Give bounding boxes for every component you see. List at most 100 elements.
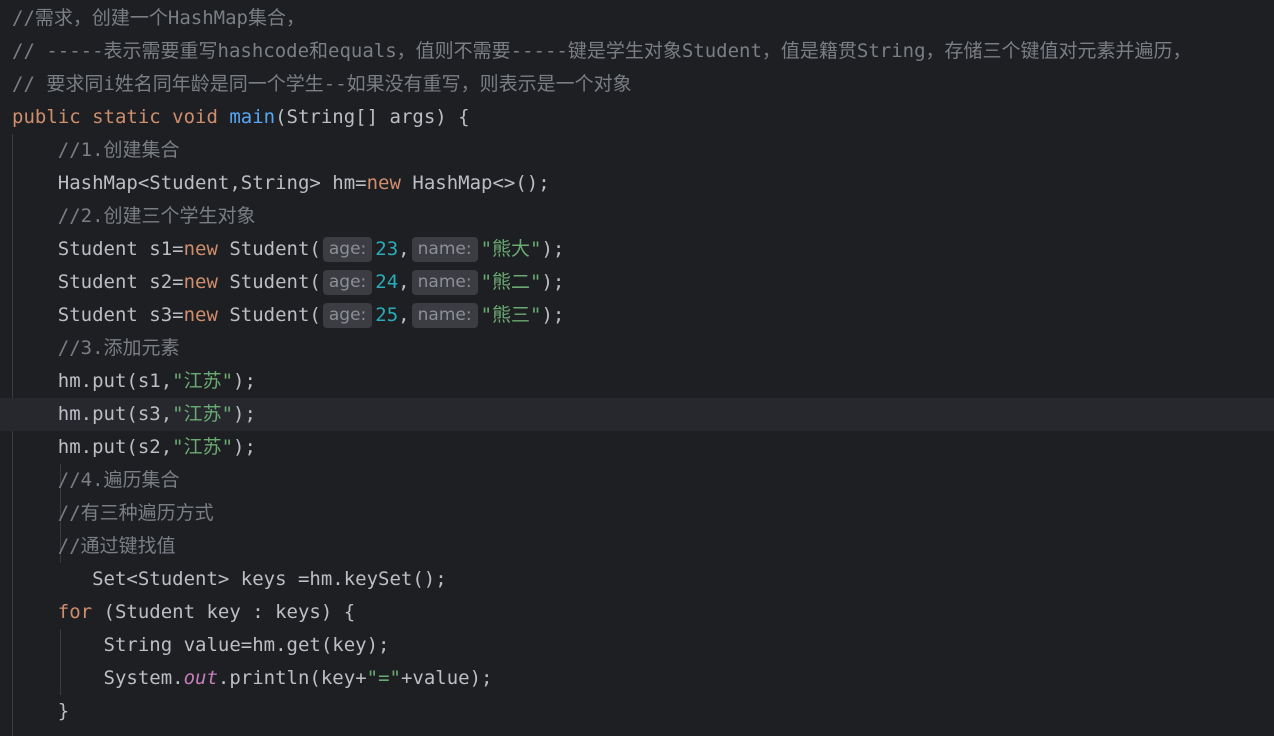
- comment-token: // 要求同i姓名同年龄是同一个学生--如果没有重写，则表示是一个对象: [12, 73, 632, 95]
- code-token: Student s2=: [12, 271, 184, 293]
- code-line-content: //2.创建三个学生对象: [0, 205, 256, 227]
- static-field-token: out: [183, 667, 218, 689]
- keyword-token: new: [183, 304, 218, 326]
- code-line-content: //3.添加元素: [0, 337, 180, 359]
- code-line[interactable]: //4.遍历集合: [0, 464, 1274, 497]
- code-line[interactable]: Student s3=new Student(age: 25, name: "熊三")…: [0, 299, 1274, 332]
- code-line-content: hm.put(s1,"江苏");: [0, 370, 256, 392]
- comment-token: //通过键找值: [57, 535, 176, 557]
- code-line-content: // -----表示需要重写hashcode和equals，值则不需要-----…: [0, 40, 1192, 62]
- code-line[interactable]: System.out.println(key+"="+value);: [0, 662, 1274, 695]
- code-token: ,: [398, 238, 410, 260]
- string-literal-token: "熊三": [480, 304, 542, 326]
- code-line-content: for (Student key : keys) {: [0, 601, 355, 623]
- code-line[interactable]: hm.put(s1,"江苏");: [0, 365, 1274, 398]
- keyword-token: public static void: [12, 106, 230, 128]
- number-literal-token: 23: [375, 238, 399, 260]
- parameter-hint: name:: [411, 237, 478, 262]
- keyword-token: new: [183, 271, 218, 293]
- code-line[interactable]: hm.put(s3,"江苏");: [0, 398, 1274, 431]
- code-token: (Student key : keys) {: [92, 601, 356, 623]
- code-line-content: Student s3=new Student(age: 25, name: "熊三")…: [0, 303, 565, 328]
- code-line[interactable]: public static void main(String[] args) {: [0, 101, 1274, 134]
- code-line-content: System.out.println(key+"="+value);: [0, 667, 493, 689]
- code-token: hm.put(s1,: [12, 370, 173, 392]
- comment-token: //2.创建三个学生对象: [57, 205, 256, 227]
- code-token: );: [541, 238, 565, 260]
- code-line[interactable]: //通过键找值: [0, 530, 1274, 563]
- code-line-content: hm.put(s2,"江苏");: [0, 436, 256, 458]
- code-line-content: Student s1=new Student(age: 23, name: "熊大")…: [0, 237, 565, 262]
- code-token: );: [233, 436, 256, 458]
- code-line-content: // 要求同i姓名同年龄是同一个学生--如果没有重写，则表示是一个对象: [0, 73, 632, 95]
- string-literal-token: "=": [366, 667, 401, 689]
- code-token: String value=hm.get(key);: [12, 634, 390, 656]
- code-token: Set<Student> keys =hm.keySet();: [12, 568, 447, 590]
- code-token: Student s3=: [12, 304, 184, 326]
- code-token: ,: [398, 304, 410, 326]
- comment-token: //有三种遍历方式: [57, 502, 214, 524]
- keyword-token: for: [57, 601, 93, 623]
- code-line[interactable]: Student s2=new Student(age: 24, name: "熊二")…: [0, 266, 1274, 299]
- keyword-token: new: [366, 172, 401, 194]
- code-line[interactable]: hm.put(s2,"江苏");: [0, 431, 1274, 464]
- code-line[interactable]: String value=hm.get(key);: [0, 629, 1274, 662]
- code-line-content: }: [0, 700, 69, 722]
- comment-token: //4.遍历集合: [57, 469, 180, 491]
- code-token: HashMap<>();: [400, 172, 550, 194]
- code-line-content: Set<Student> keys =hm.keySet();: [0, 568, 447, 590]
- comment-token: //需求，创建一个HashMap集合，: [12, 7, 305, 29]
- code-token: );: [233, 370, 256, 392]
- code-line[interactable]: Set<Student> keys =hm.keySet();: [0, 563, 1274, 596]
- code-token: hm.put(s2,: [12, 436, 173, 458]
- parameter-hint: age:: [322, 237, 373, 262]
- code-line[interactable]: //2.创建三个学生对象: [0, 200, 1274, 233]
- code-line-content: public static void main(String[] args) {: [0, 106, 470, 128]
- code-token: Student(: [217, 271, 321, 293]
- code-line-content: //1.创建集合: [0, 139, 180, 161]
- code-line-content: //需求，创建一个HashMap集合，: [0, 7, 305, 29]
- parameter-hint: name:: [411, 270, 478, 295]
- code-line[interactable]: }: [0, 695, 1274, 728]
- code-line[interactable]: HashMap<Student,String> hm=new HashMap<>…: [0, 167, 1274, 200]
- parameter-hint: age:: [322, 303, 373, 328]
- code-line[interactable]: //需求，创建一个HashMap集合，: [0, 2, 1274, 35]
- code-line-content: hm.put(s3,"江苏");: [0, 403, 256, 425]
- code-token: );: [541, 304, 565, 326]
- string-literal-token: "熊大": [480, 238, 542, 260]
- string-literal-token: "熊二": [480, 271, 542, 293]
- code-line-content: //4.遍历集合: [0, 469, 180, 491]
- parameter-hint: age:: [322, 270, 373, 295]
- comment-token: //1.创建集合: [57, 139, 180, 161]
- code-line[interactable]: //3.添加元素: [0, 332, 1274, 365]
- code-token: Student s1=: [12, 238, 184, 260]
- code-token: );: [233, 403, 256, 425]
- method-name-token: main: [229, 106, 276, 128]
- code-line[interactable]: // 要求同i姓名同年龄是同一个学生--如果没有重写，则表示是一个对象: [0, 68, 1274, 101]
- code-line[interactable]: for (Student key : keys) {: [0, 596, 1274, 629]
- number-literal-token: 25: [375, 304, 399, 326]
- code-line[interactable]: //有三种遍历方式: [0, 497, 1274, 530]
- code-token: Student(: [217, 304, 321, 326]
- comment-token: //3.添加元素: [57, 337, 180, 359]
- code-line[interactable]: Student s1=new Student(age: 23, name: "熊大")…: [0, 233, 1274, 266]
- code-line[interactable]: // -----表示需要重写hashcode和equals，值则不需要-----…: [0, 35, 1274, 68]
- code-line-content: String value=hm.get(key);: [0, 634, 390, 656]
- code-editor[interactable]: //需求，创建一个HashMap集合， // -----表示需要重写hashcod…: [0, 0, 1274, 736]
- string-literal-token: "江苏": [172, 436, 234, 458]
- code-line[interactable]: //1.创建集合: [0, 134, 1274, 167]
- code-token: ,: [398, 271, 410, 293]
- code-line-content: Student s2=new Student(age: 24, name: "熊二")…: [0, 270, 565, 295]
- code-token: System.: [12, 667, 184, 689]
- code-token: Student(: [217, 238, 321, 260]
- string-literal-token: "江苏": [172, 370, 234, 392]
- code-token: );: [541, 271, 565, 293]
- code-token: +value);: [400, 667, 493, 689]
- code-line-content: HashMap<Student,String> hm=new HashMap<>…: [0, 172, 550, 194]
